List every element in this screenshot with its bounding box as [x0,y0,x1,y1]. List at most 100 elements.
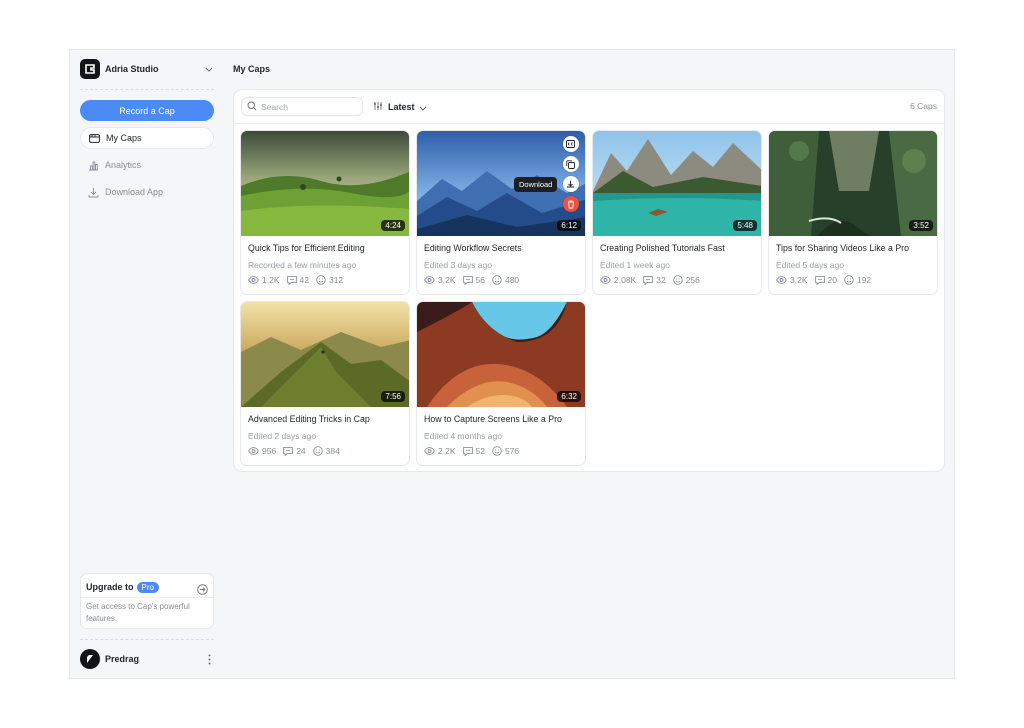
sort-label: Latest [388,101,415,112]
user-menu[interactable]: Predrag [80,649,214,669]
duplicate-icon[interactable] [562,156,579,172]
cap-card[interactable]: 6:32 How to Capture Screens Like a Pro E… [416,301,586,466]
comment-icon [283,446,294,456]
video-icon [89,133,100,144]
comments-count: 24 [296,446,306,456]
page-title: My Caps [233,64,271,74]
cap-title: Tips for Sharing Videos Like a Pro [776,243,910,253]
search-box[interactable] [241,97,363,116]
caps-count: 6 Caps [910,101,937,111]
upgrade-description: Get access to Cap's powerful features. [86,602,190,623]
smile-icon [672,275,683,285]
video-thumbnail: 7:56 [241,302,409,407]
views-count: 2.2K [438,446,456,456]
video-thumbnail: 3:52 [769,131,937,236]
comment-icon [643,275,654,285]
duration-badge: 5:48 [733,220,757,231]
search-input[interactable] [261,101,357,112]
cap-card[interactable]: 7:56 Advanced Editing Tricks in Cap Edit… [240,301,410,466]
smile-icon [312,446,323,456]
comment-icon [462,446,473,456]
video-thumbnail: 6:12 Download [417,131,585,236]
pro-badge: Pro [136,581,159,593]
arrow-right-circle-icon [197,582,208,595]
avatar [80,649,100,669]
views-count: 1.2K [262,275,280,285]
sidebar-item-analytics[interactable]: Analytics [80,154,214,176]
cap-stats: 2.08K 32 256 [600,275,707,285]
trash-icon[interactable] [562,196,579,212]
search-icon [247,98,257,116]
workspace-name: Adria Studio [105,64,159,74]
cap-timestamp: Recorded a few minutes ago [248,260,357,270]
user-name: Predrag [105,654,140,664]
sidebar: Adria Studio Record a Cap My Caps Analyt… [70,50,224,678]
cap-stats: 3.2K 20 192 [776,275,878,285]
eye-icon [424,276,435,284]
cap-timestamp: Edited 1 week ago [600,260,670,270]
cap-card[interactable]: 4:24 Quick Tips for Efficient Editing Re… [240,130,410,295]
cap-card[interactable]: 3:52 Tips for Sharing Videos Like a Pro … [768,130,938,295]
comment-icon [814,275,825,285]
cap-title: Quick Tips for Efficient Editing [248,243,365,253]
card-actions [562,136,579,216]
app-window: Adria Studio Record a Cap My Caps Analyt… [69,49,955,679]
comments-count: 20 [827,275,837,285]
comments-count: 56 [475,275,485,285]
upgrade-title: Upgrade to [86,582,134,592]
cap-timestamp: Edited 3 days ago [424,260,493,270]
sidebar-item-label: My Caps [106,133,142,143]
chevron-down-icon [419,98,427,116]
upgrade-card[interactable]: Upgrade to Pro Get access to Cap's power… [80,573,214,629]
download-tooltip: Download [514,177,558,192]
caption-icon[interactable] [562,136,579,152]
cap-timestamp: Edited 4 months ago [424,431,502,441]
views-count: 956 [262,446,277,456]
divider [80,639,214,640]
cap-stats: 1.2K 42 312 [248,275,350,285]
sliders-icon [373,98,383,116]
cap-card[interactable]: 6:12 Download Editing Workflow Secrets E… [416,130,586,295]
comments-count: 52 [475,446,485,456]
video-thumbnail: 6:32 [417,302,585,407]
eye-icon [248,276,259,284]
duration-badge: 4:24 [381,220,405,231]
download-icon[interactable] [562,176,579,192]
reactions-count: 480 [504,275,520,285]
workspace-switcher[interactable]: Adria Studio [80,59,214,79]
more-options-icon[interactable] [204,652,214,666]
toolbar: Latest 6 Caps [234,90,944,124]
smile-icon [844,275,854,285]
cap-title: Creating Polished Tutorials Fast [600,243,725,253]
views-count: 2.08K [614,275,637,285]
views-count: 3.2K [790,275,808,285]
divider [80,89,214,90]
reactions-count: 256 [685,275,700,285]
sidebar-item-download-app[interactable]: Download App [80,181,214,203]
cap-title: Editing Workflow Secrets [424,243,522,253]
eye-icon [776,276,787,284]
record-cap-button[interactable]: Record a Cap [80,100,214,121]
video-thumbnail: 4:24 [241,131,409,236]
download-icon [88,187,99,198]
reactions-count: 192 [856,275,872,285]
views-count: 3.2K [438,275,456,285]
cap-stats: 956 24 384 [248,446,347,456]
smile-icon [316,275,326,285]
chevron-down-icon [204,64,214,74]
eye-icon [600,276,611,284]
cap-stats: 3.2K 56 480 [424,275,526,285]
bar-chart-icon [88,160,99,171]
reactions-count: 384 [325,446,340,456]
cap-stats: 2.2K 52 576 [424,446,526,456]
reactions-count: 312 [328,275,344,285]
cap-card[interactable]: 5:48 Creating Polished Tutorials Fast Ed… [592,130,762,295]
sort-dropdown[interactable]: Latest [373,99,427,114]
video-thumbnail: 5:48 [593,131,761,236]
smile-icon [492,446,502,456]
smile-icon [492,275,502,285]
sidebar-item-label: Download App [105,187,164,197]
cap-timestamp: Edited 2 days ago [248,431,317,441]
sidebar-item-my-caps[interactable]: My Caps [80,127,214,149]
sidebar-item-label: Analytics [105,160,142,170]
